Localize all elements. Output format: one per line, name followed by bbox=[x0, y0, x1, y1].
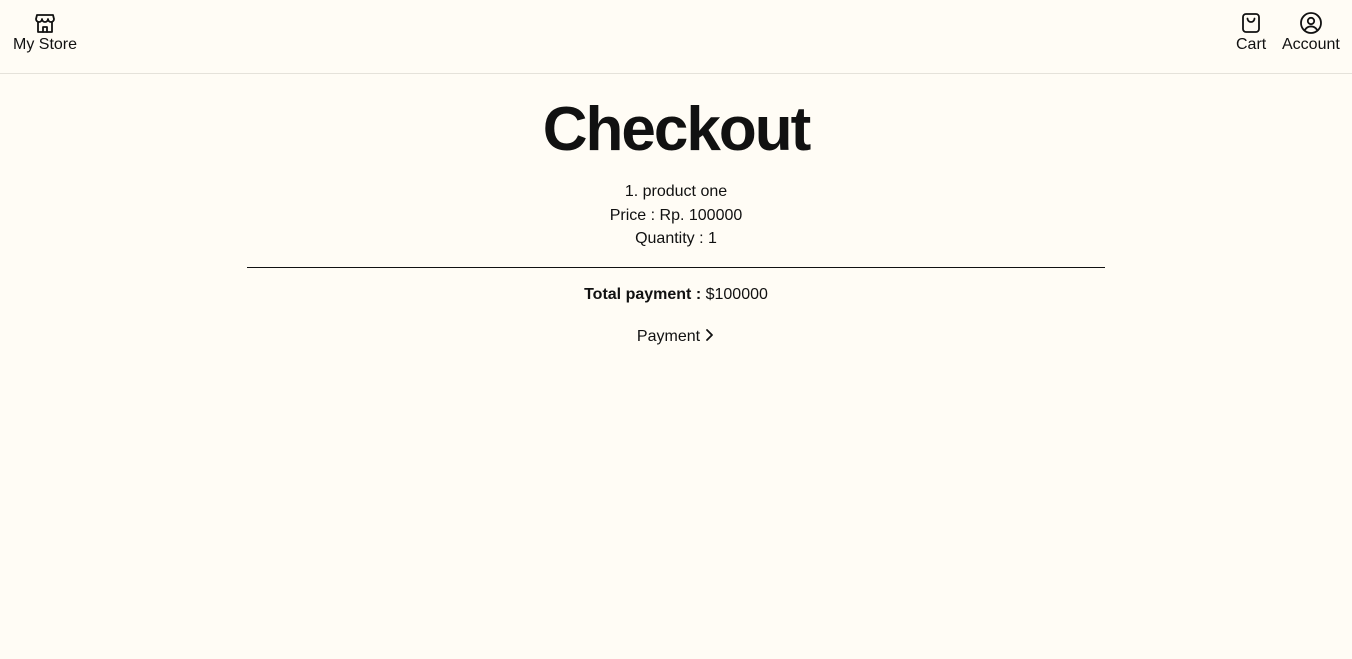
total-payment-value: $100000 bbox=[705, 285, 768, 303]
nav-store-label: My Store bbox=[13, 36, 78, 53]
chevron-right-icon bbox=[703, 328, 715, 347]
total-payment-label: Total payment : bbox=[584, 285, 702, 303]
payment-button[interactable]: Payment bbox=[637, 328, 715, 347]
shopping-bag-icon bbox=[1239, 11, 1263, 36]
top-nav: My Store Cart Account bbox=[0, 0, 1352, 74]
nav-cart-link[interactable]: Cart bbox=[1236, 11, 1266, 54]
divider bbox=[247, 266, 1105, 268]
nav-account-link[interactable]: Account bbox=[1282, 11, 1340, 54]
page-title: Checkout bbox=[542, 95, 811, 164]
order-item-name: 1. product one bbox=[624, 183, 728, 200]
nav-cart-label: Cart bbox=[1236, 36, 1267, 53]
store-icon bbox=[33, 11, 57, 36]
order-item-price: Price : Rp. 100000 bbox=[609, 206, 743, 224]
order-item-quantity: Quantity : 1 bbox=[635, 230, 717, 247]
checkout-main: Checkout 1. product one Price : Rp. 1000… bbox=[247, 94, 1105, 347]
nav-store-link[interactable]: My Store bbox=[13, 11, 77, 54]
order-item: 1. product one Price : Rp. 100000 Quanti… bbox=[247, 180, 1105, 251]
payment-label: Payment bbox=[636, 328, 701, 345]
total-payment: Total payment : $100000 bbox=[247, 286, 1105, 304]
nav-account-label: Account bbox=[1282, 36, 1340, 53]
user-circle-icon bbox=[1299, 11, 1323, 36]
